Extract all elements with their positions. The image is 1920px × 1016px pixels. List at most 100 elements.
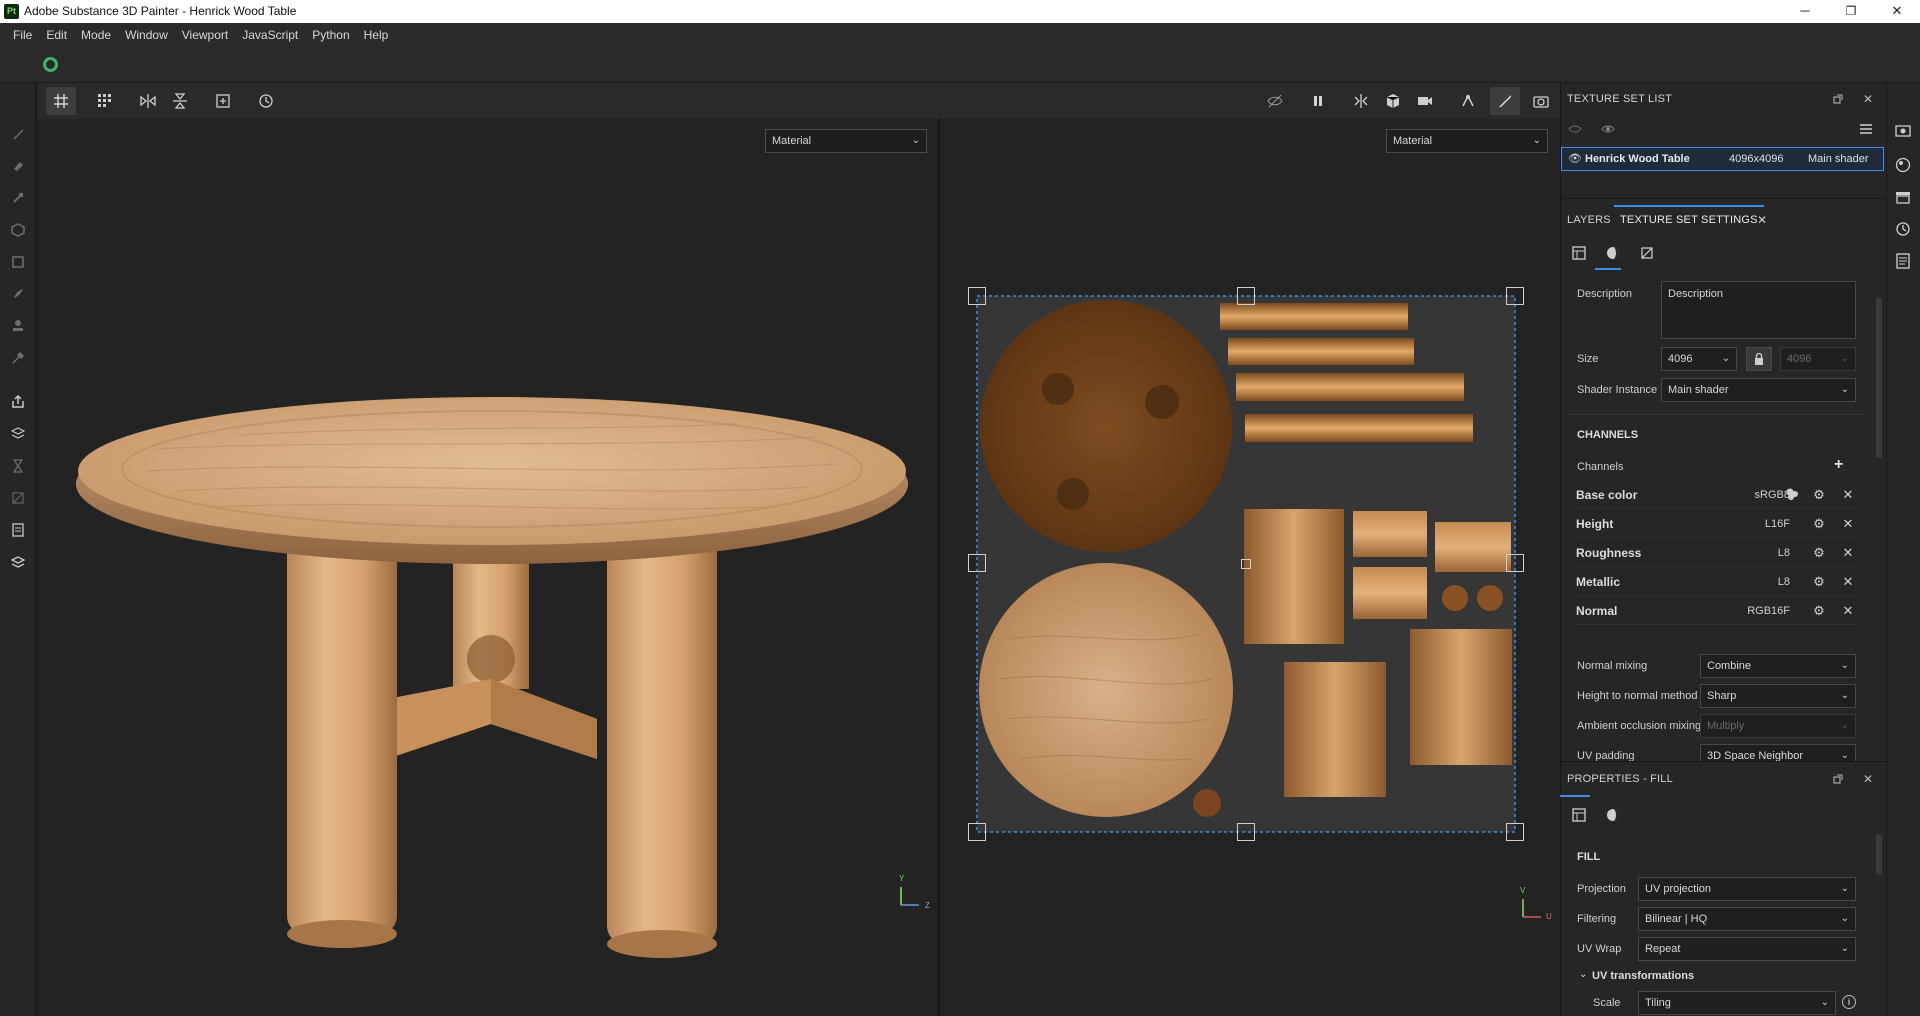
close-panel-icon[interactable]: ✕ — [1858, 89, 1878, 109]
channel-settings-gear-icon[interactable]: ⚙ — [1811, 516, 1827, 532]
light-icon[interactable] — [1453, 87, 1483, 115]
channel-settings-gear-icon[interactable]: ⚙ — [1811, 487, 1827, 503]
menu-python[interactable]: Python — [305, 23, 356, 47]
history-icon[interactable] — [251, 87, 281, 115]
paint-mode-icon[interactable] — [1490, 87, 1520, 115]
split-view-icon[interactable] — [1346, 87, 1376, 115]
filtering-dropdown[interactable]: Bilinear | HQ ⌄ — [1638, 907, 1856, 931]
viewport-2d-mode-dropdown[interactable]: Material ⌄ — [1386, 129, 1548, 153]
viewport-2d[interactable]: Material ⌄ V U — [940, 119, 1560, 1016]
add-frame-icon[interactable] — [208, 87, 238, 115]
remove-channel-icon[interactable]: ✕ — [1840, 574, 1856, 590]
uv-handle-ml[interactable] — [968, 554, 986, 572]
remove-channel-icon[interactable]: ✕ — [1840, 603, 1856, 619]
channel-row[interactable]: Normal RGB16F ⚙ ✕ — [1576, 598, 1856, 625]
paint-brush-icon[interactable] — [8, 124, 28, 144]
menu-mode[interactable]: Mode — [74, 23, 118, 47]
projection-dropdown[interactable]: UV projection ⌄ — [1638, 877, 1856, 901]
remove-channel-icon[interactable]: ✕ — [1840, 516, 1856, 532]
fill-settings-tab-icon[interactable] — [1569, 805, 1589, 825]
uv-handle-bm[interactable] — [1237, 823, 1255, 841]
channel-row[interactable]: Metallic L8 ⚙ ✕ — [1576, 569, 1856, 596]
grid-view-icon[interactable] — [46, 87, 76, 115]
fill-material-tab-icon[interactable] — [1603, 805, 1623, 825]
tab-layers[interactable]: LAYERS — [1567, 214, 1611, 226]
symmetry-y-icon[interactable] — [165, 87, 195, 115]
properties-scrollbar[interactable] — [1876, 835, 1882, 875]
uv-padding-dropdown[interactable]: 3D Space Neighbor ⌄ — [1700, 744, 1856, 761]
hide-eye-icon[interactable] — [1565, 119, 1585, 139]
document-icon[interactable] — [8, 520, 28, 540]
viewport-3d-mode-dropdown[interactable]: Material ⌄ — [765, 129, 927, 153]
settings-tab-icon[interactable] — [1569, 243, 1589, 263]
hamburger-menu-icon[interactable] — [1856, 119, 1876, 139]
uv-handle-bl[interactable] — [968, 823, 986, 841]
uv-handle-tr[interactable] — [1506, 287, 1524, 305]
uv-grid-icon[interactable] — [90, 87, 120, 115]
uv-handle-mr[interactable] — [1506, 554, 1524, 572]
size-dropdown[interactable]: 4096 ⌄ — [1661, 347, 1737, 371]
channel-settings-gear-icon[interactable]: ⚙ — [1811, 603, 1827, 619]
history-panel-icon[interactable] — [1893, 219, 1913, 239]
collapse-chevron-icon[interactable]: ⌄ — [1579, 969, 1587, 980]
uv-tab-icon[interactable] — [1637, 243, 1657, 263]
float-panel-icon[interactable] — [1828, 89, 1848, 109]
menu-help[interactable]: Help — [357, 23, 396, 47]
shader-settings-icon[interactable] — [1893, 155, 1913, 175]
remove-channel-icon[interactable]: ✕ — [1840, 545, 1856, 561]
display-settings-icon[interactable] — [1893, 122, 1913, 142]
shader-instance-dropdown[interactable]: Main shader ⌄ — [1661, 378, 1856, 402]
menu-window[interactable]: Window — [118, 23, 175, 47]
texture-set-row[interactable]: 👁 Henrick Wood Table 4096x4096 Main shad… — [1561, 147, 1884, 171]
height-to-normal-dropdown[interactable]: Sharp ⌄ — [1700, 684, 1856, 708]
float-panel-icon[interactable] — [1828, 769, 1848, 789]
remove-channel-icon[interactable]: ✕ — [1840, 487, 1856, 503]
menu-viewport[interactable]: Viewport — [175, 23, 235, 47]
log-icon[interactable] — [1893, 251, 1913, 271]
bake-mesh-icon[interactable] — [8, 424, 28, 444]
scale-dropdown[interactable]: Tiling ⌄ — [1638, 991, 1836, 1015]
add-channel-icon[interactable]: + — [1834, 456, 1843, 474]
uv-wrap-dropdown[interactable]: Repeat ⌄ — [1638, 937, 1856, 961]
projection-icon[interactable] — [8, 188, 28, 208]
geometry-mask-icon[interactable] — [8, 220, 28, 240]
color-profile-icon[interactable] — [1784, 487, 1800, 503]
description-field[interactable]: Description — [1661, 281, 1856, 339]
hourglass-icon[interactable] — [8, 456, 28, 476]
close-panel-icon[interactable]: ✕ — [1858, 769, 1878, 789]
camera-icon[interactable] — [1410, 87, 1440, 115]
info-icon[interactable]: i — [1842, 995, 1856, 1009]
channel-settings-gear-icon[interactable]: ⚙ — [1811, 545, 1827, 561]
screenshot-icon[interactable] — [1526, 87, 1556, 115]
channel-row[interactable]: Height L16F ⚙ ✕ — [1576, 511, 1856, 538]
show-eye-icon[interactable] — [1598, 119, 1618, 139]
channel-row[interactable]: Roughness L8 ⚙ ✕ — [1576, 540, 1856, 567]
close-window-button[interactable]: ✕ — [1874, 0, 1920, 23]
hide-overlay-icon[interactable] — [1260, 87, 1290, 115]
shader-tab-icon[interactable] — [1603, 243, 1623, 263]
clone-stamp-icon[interactable] — [8, 316, 28, 336]
viewport-3d[interactable]: Material ⌄ Y Z — [37, 119, 938, 1016]
maximize-button[interactable]: ❐ — [1828, 0, 1874, 23]
uv-handle-tl[interactable] — [968, 287, 986, 305]
uv-transformations-label[interactable]: UV transformations — [1592, 970, 1694, 982]
export-icon[interactable] — [8, 392, 28, 412]
mesh-layers-icon[interactable] — [8, 552, 28, 572]
smudge-icon[interactable] — [8, 284, 28, 304]
assets-icon[interactable] — [1893, 187, 1913, 207]
menu-file[interactable]: File — [6, 23, 39, 47]
tab-texture-set-settings[interactable]: TEXTURE SET SETTINGS — [1620, 214, 1758, 226]
uv-handle-tm[interactable] — [1237, 287, 1255, 305]
eraser-icon[interactable] — [8, 156, 28, 176]
menu-javascript[interactable]: JavaScript — [235, 23, 305, 47]
minimize-button[interactable]: ─ — [1782, 0, 1828, 23]
channel-settings-gear-icon[interactable]: ⚙ — [1811, 574, 1827, 590]
size-lock-button[interactable] — [1746, 347, 1772, 371]
cube-display-icon[interactable] — [1378, 87, 1408, 115]
color-picker-icon[interactable] — [8, 348, 28, 368]
visibility-eye-icon[interactable]: 👁 — [1568, 152, 1582, 165]
uv-tool-icon[interactable] — [8, 488, 28, 508]
settings-scrollbar[interactable] — [1876, 298, 1882, 458]
pause-icon[interactable] — [1303, 87, 1333, 115]
uv-handle-br[interactable] — [1506, 823, 1524, 841]
